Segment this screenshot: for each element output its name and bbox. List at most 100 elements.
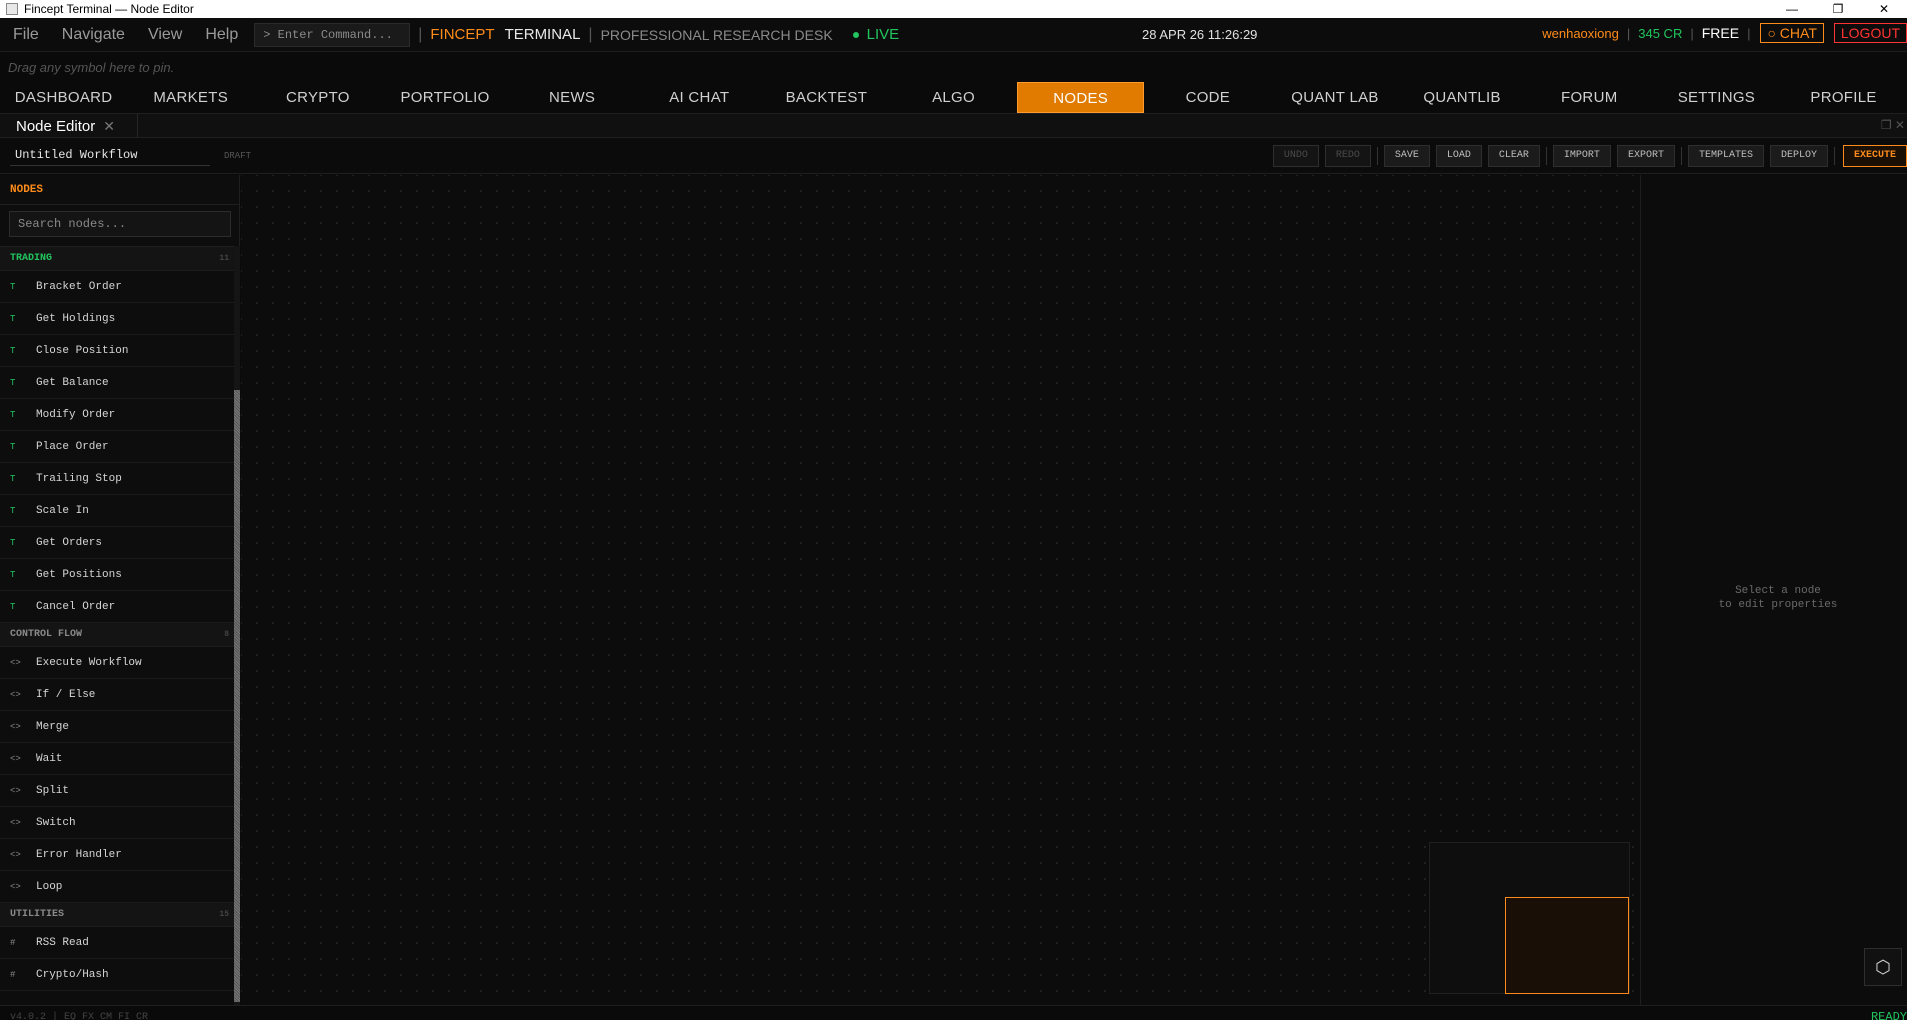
node-type-icon: T [10,473,16,484]
workflow-name-input[interactable]: Untitled Workflow [10,146,210,166]
redo-button[interactable]: REDO [1324,145,1371,167]
node-item[interactable]: T Bracket Order [0,271,239,303]
tab-quantlib[interactable]: QUANTLIB [1399,82,1526,113]
tab-ai-chat[interactable]: AI CHAT [636,82,763,113]
minimap-viewport[interactable] [1505,897,1629,994]
main-nav: DASHBOARD MARKETS CRYPTO PORTFOLIO NEWS … [0,82,1907,114]
tab-news[interactable]: NEWS [509,82,636,113]
sidebar-scrollbar-thumb[interactable] [234,390,240,1002]
node-item[interactable]: T Modify Order [0,399,239,431]
tab-profile[interactable]: PROFILE [1780,82,1907,113]
brand-fincept: FINCEPT [430,26,495,43]
node-item[interactable]: T Get Holdings [0,303,239,335]
node-item[interactable]: <> Error Handler [0,839,239,871]
category-header[interactable]: UTILITIES 15 [0,903,239,927]
menu-help[interactable]: Help [205,26,238,44]
category-count: 11 [219,254,229,263]
tab-markets[interactable]: MARKETS [127,82,254,113]
category-header[interactable]: CONTROL FLOW 8 [0,623,239,647]
node-item[interactable]: T Place Order [0,431,239,463]
tab-nodes[interactable]: NODES [1017,82,1145,113]
menu-navigate[interactable]: Navigate [62,26,125,44]
node-item[interactable]: <> Execute Workflow [0,647,239,679]
node-label: RSS Read [36,936,89,949]
clear-button[interactable]: CLEAR [1487,145,1540,167]
node-item[interactable]: T Cancel Order [0,591,239,623]
node-item[interactable]: <> Wait [0,743,239,775]
node-label: Crypto/Hash [36,968,109,981]
node-list: TRADING 11 T Bracket Order T Get Holdings T Clo… [0,247,239,991]
node-type-icon: <> [10,689,21,700]
node-type-icon: <> [10,753,21,764]
close-window-icon[interactable]: ✕ [1861,0,1907,18]
username[interactable]: wenhaoxiong [1542,26,1619,41]
window-titlebar: Fincept Terminal — Node Editor — ❐ ✕ [0,0,1907,18]
pin-drop-hint[interactable]: Drag any symbol here to pin. [8,60,174,75]
node-item[interactable]: T Get Orders [0,527,239,559]
save-button[interactable]: SAVE [1383,145,1430,167]
node-item[interactable]: T Get Balance [0,367,239,399]
user-area: wenhaoxiong | 345 CR | FREE | ○ CHAT LOG… [1542,23,1907,43]
load-button[interactable]: LOAD [1435,145,1482,167]
close-icon[interactable]: ✕ [103,118,115,135]
deploy-button[interactable]: DEPLOY [1769,145,1828,167]
node-item[interactable]: <> Split [0,775,239,807]
node-type-icon: T [10,441,16,452]
separator: | [1747,25,1751,41]
node-label: Merge [36,720,70,733]
workflow-actions: UNDO REDO SAVE LOAD CLEAR IMPORT EXPORT … [1267,145,1907,167]
hexagon-icon[interactable]: ⬡ [1864,948,1902,986]
category-name: CONTROL FLOW [10,629,83,640]
undo-button[interactable]: UNDO [1272,145,1319,167]
execute-button[interactable]: EXECUTE [1842,145,1907,167]
node-item[interactable]: <> Merge [0,711,239,743]
node-label: Close Position [36,344,129,357]
tab-dashboard[interactable]: DASHBOARD [0,82,127,113]
app-icon [6,3,18,15]
properties-empty-line1: Select a node [1735,585,1821,597]
import-button[interactable]: IMPORT [1552,145,1611,167]
node-item[interactable]: T Get Positions [0,559,239,591]
menu-view[interactable]: View [148,26,182,44]
tab-code[interactable]: CODE [1144,82,1271,113]
node-search-wrap: Search nodes... [0,205,239,247]
tab-forum[interactable]: FORUM [1526,82,1653,113]
logout-button[interactable]: LOGOUT [1833,23,1907,43]
tab-portfolio[interactable]: PORTFOLIO [381,82,508,113]
tab-settings[interactable]: SETTINGS [1653,82,1780,113]
panel-tab-node-editor[interactable]: Node Editor ✕ [0,114,138,138]
node-type-icon: # [10,937,16,948]
node-type-icon: T [10,313,16,324]
version-label: v4.0.2 | EQ FX CM FI CR [10,1012,149,1020]
separator: | [588,25,593,43]
menu-file[interactable]: File [13,26,39,44]
separator: | [1626,25,1631,41]
tab-crypto[interactable]: CRYPTO [254,82,381,113]
desk-label: PROFESSIONAL RESEARCH DESK [600,26,833,43]
node-item[interactable]: <> If / Else [0,679,239,711]
tab-algo[interactable]: ALGO [890,82,1017,113]
tab-backtest[interactable]: BACKTEST [763,82,890,113]
panel-float-icon[interactable]: ❐ ✕ [1881,118,1905,132]
export-button[interactable]: EXPORT [1616,145,1675,167]
node-search-input[interactable]: Search nodes... [9,211,231,237]
templates-button[interactable]: TEMPLATES [1687,145,1764,167]
chat-button[interactable]: ○ CHAT [1760,23,1824,43]
command-input[interactable]: > Enter Command... [254,22,411,47]
node-type-icon: # [10,969,16,980]
node-type-icon: T [10,601,16,612]
node-item[interactable]: # RSS Read [0,927,239,959]
node-type-icon: T [10,409,16,420]
node-item[interactable]: <> Loop [0,871,239,903]
node-label: Scale In [36,504,89,517]
node-label: Trailing Stop [36,472,122,485]
node-item[interactable]: # Crypto/Hash [0,959,239,991]
tab-quant-lab[interactable]: QUANT LAB [1271,82,1398,113]
node-item[interactable]: T Trailing Stop [0,463,239,495]
node-item[interactable]: <> Switch [0,807,239,839]
node-item[interactable]: T Scale In [0,495,239,527]
restore-icon[interactable]: ❐ [1815,0,1861,18]
node-item[interactable]: T Close Position [0,335,239,367]
category-header[interactable]: TRADING 11 [0,247,239,271]
minimize-icon[interactable]: — [1769,0,1815,18]
